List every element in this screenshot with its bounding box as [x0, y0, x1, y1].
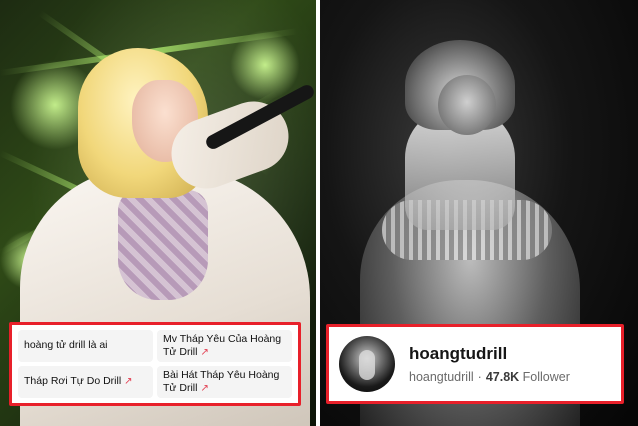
trending-up-icon: ↗: [124, 376, 133, 388]
separator: ·: [477, 370, 482, 384]
search-suggestion[interactable]: Bài Hát Tháp Yêu Hoàng Tử Drill ↗: [157, 366, 292, 398]
follower-label: Follower: [522, 370, 570, 384]
profile-display-name[interactable]: hoangtudrill: [409, 344, 570, 364]
search-suggestion-text: hoàng tử drill là ai: [24, 339, 108, 352]
profile-info: hoangtudrill hoangtudrill · 47.8K Follower: [409, 344, 570, 384]
trending-up-icon: ↗: [200, 382, 209, 394]
follower-count: 47.8K: [485, 370, 520, 384]
profile-card[interactable]: hoangtudrill hoangtudrill · 47.8K Follower: [326, 324, 624, 404]
singer-shirt: [118, 190, 208, 300]
profile-username: hoangtudrill: [409, 370, 474, 384]
profile-meta: hoangtudrill · 47.8K Follower: [409, 370, 570, 384]
search-suggestion-text: Mv Tháp Yêu Của Hoàng Tử Drill: [163, 332, 282, 358]
search-suggestion[interactable]: hoàng tử drill là ai: [18, 330, 153, 362]
search-suggestion[interactable]: Mv Tháp Yêu Của Hoàng Tử Drill ↗: [157, 330, 292, 362]
search-suggestion[interactable]: Tháp Rơi Tự Do Drill ↗: [18, 366, 153, 398]
search-suggestion-text: Bài Hát Tháp Yêu Hoàng Tử Drill: [163, 368, 280, 394]
search-suggestion-text: Tháp Rơi Tự Do Drill: [24, 375, 122, 388]
trending-up-icon: ↗: [200, 346, 209, 358]
avatar[interactable]: [339, 336, 395, 392]
performer-face: [438, 75, 496, 135]
search-suggestions-card: hoàng tử drill là ai Mv Tháp Yêu Của Hoà…: [9, 322, 301, 406]
